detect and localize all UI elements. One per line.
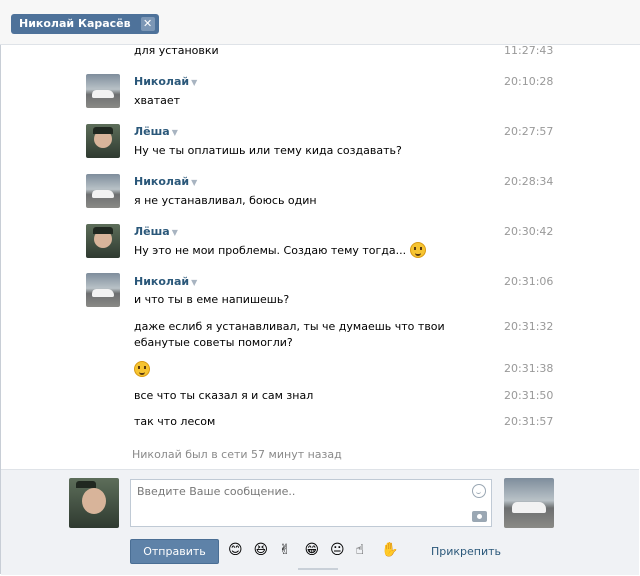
- message-text: так что лесом: [134, 415, 216, 428]
- sweat-smile-emoji-icon: [134, 361, 150, 377]
- message-text: [134, 361, 479, 378]
- neutral-emoji-icon[interactable]: 😐: [330, 542, 346, 558]
- message-time: 20:30:42: [504, 225, 554, 238]
- online-status: Николай был в сети 57 минут назад: [132, 448, 342, 461]
- avatar[interactable]: [86, 74, 120, 108]
- quick-emoji-bar: 😊 😆 ✌ 😁 😐 ☝ ✋: [228, 542, 403, 558]
- dialog-title: Николай Карасёв: [19, 17, 131, 30]
- smile-emoji-icon: [409, 242, 426, 258]
- message-time: 20:31:32: [504, 320, 554, 333]
- message-text: я не устанавливал, боюсь один: [134, 194, 317, 207]
- laugh-emoji-icon[interactable]: 😆: [254, 542, 270, 558]
- message-text: даже еслиб я устанавливал, ты че думаешь…: [134, 320, 445, 349]
- chevron-down-icon: ▼: [191, 178, 198, 187]
- chevron-down-icon: ▼: [171, 128, 178, 137]
- chevron-down-icon: ▼: [171, 228, 178, 237]
- grin-emoji-icon[interactable]: 😁: [305, 542, 321, 558]
- close-icon[interactable]: ✕: [140, 17, 155, 31]
- message-time: 20:31:38: [504, 362, 554, 375]
- point-up-icon[interactable]: ☝: [356, 542, 372, 558]
- message-time: 20:10:28: [504, 75, 554, 88]
- message-text: и что ты в еме напишешь?: [134, 293, 290, 306]
- message-author[interactable]: Николай ▼: [134, 175, 197, 188]
- avatar[interactable]: [86, 174, 120, 208]
- my-avatar[interactable]: [69, 478, 119, 528]
- message-text: для установки: [134, 44, 219, 57]
- avatar[interactable]: [86, 224, 120, 258]
- message-author[interactable]: Николай ▼: [134, 75, 197, 88]
- message-time: 20:31:50: [504, 389, 554, 402]
- peer-avatar[interactable]: [504, 478, 554, 528]
- message-time: 20:31:06: [504, 275, 554, 288]
- chevron-down-icon: ▼: [191, 278, 198, 287]
- input-placeholder: Введите Ваше сообщение..: [137, 485, 296, 498]
- message-text: все что ты сказал я и сам знал: [134, 389, 314, 402]
- message-author[interactable]: Лёша ▼: [134, 225, 178, 238]
- message-time: 11:27:43: [504, 44, 554, 57]
- resize-grip[interactable]: [298, 568, 338, 576]
- emoji-picker-icon[interactable]: [472, 484, 486, 498]
- message-time: 20:28:34: [504, 175, 554, 188]
- message-author[interactable]: Николай ▼: [134, 275, 197, 288]
- send-button[interactable]: Отправить: [130, 539, 219, 564]
- message-author[interactable]: Лёша ▼: [134, 125, 178, 138]
- victory-hand-icon[interactable]: ✌: [279, 542, 295, 558]
- chevron-down-icon: ▼: [191, 78, 198, 87]
- attach-link[interactable]: Прикрепить: [431, 545, 501, 558]
- dialog-tab[interactable]: Николай Карасёв ✕: [11, 14, 159, 34]
- message-time: 20:31:57: [504, 415, 554, 428]
- camera-icon[interactable]: [472, 511, 487, 522]
- avatar[interactable]: [86, 124, 120, 158]
- smile-emoji-icon[interactable]: 😊: [228, 542, 244, 558]
- message-input[interactable]: Введите Ваше сообщение..: [130, 479, 492, 527]
- dialog-header: Николай Карасёв ✕: [0, 0, 640, 45]
- avatar[interactable]: [86, 273, 120, 307]
- message-text: хватает: [134, 94, 181, 107]
- raised-hand-icon[interactable]: ✋: [381, 542, 398, 558]
- message-text: Ну это не мои проблемы. Создаю тему тогд…: [134, 242, 479, 259]
- message-time: 20:27:57: [504, 125, 554, 138]
- message-text: Ну че ты оплатишь или тему кида создават…: [134, 144, 402, 157]
